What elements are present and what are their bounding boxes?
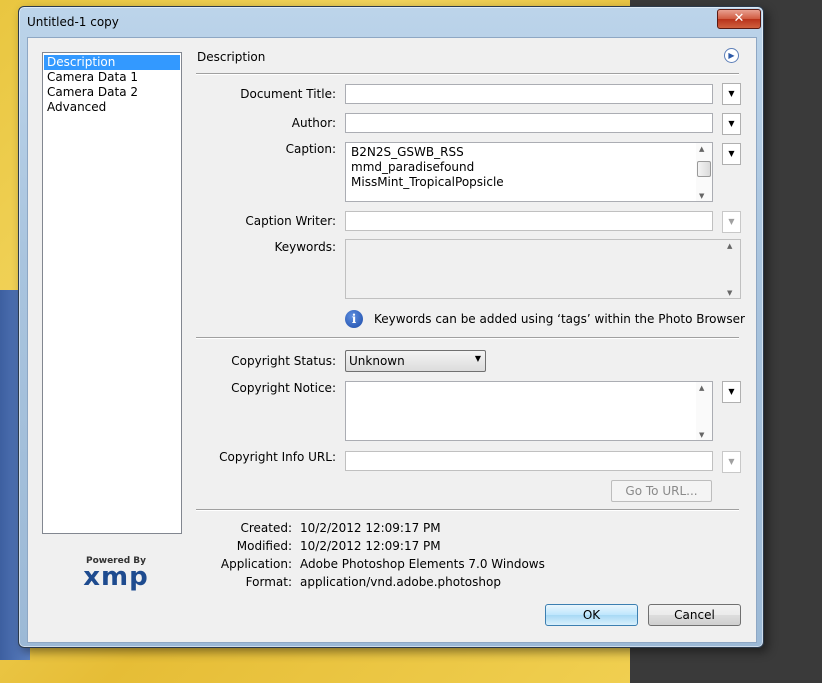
copyright-status-label: Copyright Status: — [231, 354, 336, 368]
xmp-logo-text: xmp — [83, 562, 149, 592]
category-list[interactable]: Description Camera Data 1 Camera Data 2 … — [42, 52, 182, 534]
xmp-logo: Powered By xmp — [76, 556, 156, 592]
section-divider — [196, 337, 739, 339]
scroll-down-icon[interactable]: ▼ — [699, 192, 704, 200]
caption-line: mmd_paradisefound — [351, 160, 475, 174]
caption-line: MissMint_TropicalPopsicle — [351, 175, 504, 189]
created-value: 10/2/2012 12:09:17 PM — [300, 521, 441, 535]
caption-text: B2N2S_GSWB_RSS mmd_paradisefound MissMin… — [351, 145, 504, 190]
copyright-notice-textarea[interactable]: ▲ ▼ — [345, 381, 713, 441]
info-icon: i — [345, 310, 363, 328]
keywords-info-text: Keywords can be added using ‘tags’ withi… — [374, 312, 745, 326]
scroll-thumb[interactable] — [697, 161, 711, 177]
category-item-camera-data-1[interactable]: Camera Data 1 — [44, 70, 180, 85]
document-title-label: Document Title: — [240, 87, 336, 101]
category-item-advanced[interactable]: Advanced — [44, 100, 180, 115]
caption-writer-input[interactable] — [345, 211, 713, 231]
cancel-button[interactable]: Cancel — [648, 604, 741, 626]
scroll-up-icon[interactable]: ▲ — [699, 384, 704, 392]
created-label: Created: — [240, 521, 292, 535]
application-label: Application: — [220, 557, 292, 571]
caption-writer-label: Caption Writer: — [245, 214, 336, 228]
copyright-notice-label: Copyright Notice: — [231, 381, 336, 395]
scroll-up-icon: ▲ — [727, 242, 733, 250]
caption-dropdown[interactable]: ▼ — [722, 143, 741, 165]
copyright-url-label: Copyright Info URL: — [219, 450, 336, 464]
author-label: Author: — [291, 116, 336, 130]
copyright-url-input[interactable] — [345, 451, 713, 471]
caption-scrollbar[interactable]: ▲ ▼ — [696, 143, 712, 201]
document-title-dropdown[interactable]: ▼ — [722, 83, 741, 105]
format-value: application/vnd.adobe.photoshop — [300, 575, 501, 589]
caption-textarea[interactable]: B2N2S_GSWB_RSS mmd_paradisefound MissMin… — [345, 142, 713, 202]
close-button[interactable]: ✕ — [717, 9, 761, 29]
keywords-label: Keywords: — [274, 240, 336, 254]
scroll-down-icon: ▼ — [727, 289, 733, 297]
panel-title: Description — [197, 50, 266, 64]
scroll-down-icon[interactable]: ▼ — [699, 431, 704, 439]
chevron-down-icon: ▼ — [474, 354, 481, 363]
metadata-divider — [196, 509, 739, 511]
copyright-status-value: Unknown — [349, 354, 405, 368]
scroll-up-icon[interactable]: ▲ — [699, 145, 704, 153]
dialog-client: Description Camera Data 1 Camera Data 2 … — [27, 37, 757, 643]
keywords-scrollbar: ▲ ▼ — [724, 240, 740, 298]
document-title-input[interactable] — [345, 84, 713, 104]
panel-menu-icon[interactable]: ▶ — [724, 48, 739, 63]
copyright-url-dropdown[interactable]: ▼ — [722, 451, 741, 473]
author-dropdown[interactable]: ▼ — [722, 113, 741, 135]
author-input[interactable] — [345, 113, 713, 133]
go-to-url-button[interactable]: Go To URL... — [611, 480, 712, 502]
caption-line: B2N2S_GSWB_RSS — [351, 145, 464, 159]
window-title: Untitled-1 copy — [27, 15, 119, 29]
modified-value: 10/2/2012 12:09:17 PM — [300, 539, 441, 553]
file-info-dialog: Untitled-1 copy ✕ Description Camera Dat… — [18, 6, 764, 648]
category-item-camera-data-2[interactable]: Camera Data 2 — [44, 85, 180, 100]
copyright-status-select[interactable]: Unknown ▼ — [345, 350, 486, 372]
copyright-notice-scrollbar[interactable]: ▲ ▼ — [696, 382, 712, 440]
header-divider — [196, 73, 739, 75]
category-item-description[interactable]: Description — [44, 55, 180, 70]
copyright-notice-dropdown[interactable]: ▼ — [722, 381, 741, 403]
keywords-textarea: ▲ ▼ — [345, 239, 741, 299]
caption-writer-dropdown[interactable]: ▼ — [722, 211, 741, 233]
ok-button[interactable]: OK — [545, 604, 638, 626]
application-value: Adobe Photoshop Elements 7.0 Windows — [300, 557, 545, 571]
format-label: Format: — [245, 575, 292, 589]
caption-label: Caption: — [285, 142, 336, 156]
modified-label: Modified: — [236, 539, 292, 553]
